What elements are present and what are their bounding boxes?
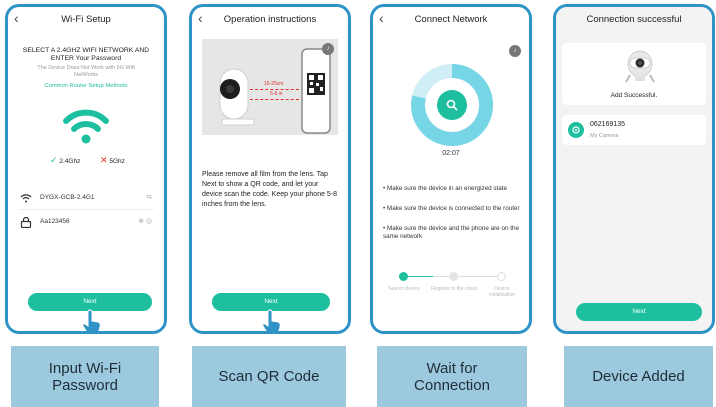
ssid-value: DYGX-GCB-2.4G1 xyxy=(40,194,95,201)
header: ‹ Connect Network xyxy=(373,7,529,33)
device-card[interactable]: 062169135 My Camera xyxy=(562,115,706,145)
lock-icon xyxy=(20,217,32,228)
band-ok-label: 2.4Ghz xyxy=(59,158,81,165)
clear-and-eye-icon[interactable]: ⊗ ◎ xyxy=(138,217,152,225)
step-label: Search device xyxy=(388,286,420,292)
search-icon xyxy=(446,99,458,111)
next-button[interactable]: Next xyxy=(576,303,702,321)
step-label: Register to the cloud xyxy=(431,286,477,292)
countdown-timer: 02:07 xyxy=(442,150,460,157)
pointer-hand-icon xyxy=(262,309,281,331)
page-title: Wi-Fi Setup xyxy=(61,14,111,25)
password-row[interactable]: Aa123456 ⊗ ◎ xyxy=(18,215,154,231)
password-field[interactable]: Aa123456 xyxy=(40,218,70,225)
device-id: 062169135 xyxy=(590,121,626,128)
page-title: Connection successful xyxy=(586,14,682,25)
sound-icon[interactable]: ♪ xyxy=(322,43,334,55)
robot-camera-icon xyxy=(625,50,655,83)
router-setup-link[interactable]: Common Router Setup Methods xyxy=(14,83,158,89)
sound-icon[interactable]: ♪ xyxy=(509,45,521,57)
camera-lens-icon xyxy=(572,126,580,134)
divider xyxy=(18,209,154,210)
device-name: My Camera xyxy=(590,133,619,139)
check-icon: ✓ xyxy=(50,155,58,165)
caption-wait-for-connection: Wait for Connection xyxy=(377,346,527,407)
wifi-icon xyxy=(63,109,109,144)
success-card: Add Successful. xyxy=(562,43,706,105)
caption-text: Wait for Connection xyxy=(414,359,490,394)
hint-text: Make sure the device is connected to the… xyxy=(386,205,520,212)
wifi-5g-note: The Device Does Not Work with 5G Wifi Ne… xyxy=(37,65,135,78)
page-title: Operation instructions xyxy=(223,14,317,25)
hint-text: Make sure the device and the phone are o… xyxy=(383,225,519,240)
band-supported: ✓ 2.4Ghz xyxy=(50,155,80,166)
ssid-row[interactable]: DYGX-GCB-2.4G1 ⇆ xyxy=(18,191,154,207)
caption-text: Device Added xyxy=(592,368,685,385)
page-title: Connect Network xyxy=(414,14,488,25)
progress-stepper: Search device Register to the cloud Devi… xyxy=(373,271,529,311)
distance-guide xyxy=(250,89,304,90)
step-dot-active xyxy=(399,272,408,281)
camera-icon xyxy=(219,68,255,126)
caption-text: Input Wi-Fi Password xyxy=(48,359,122,394)
step-dot xyxy=(449,272,458,281)
step-connector-active xyxy=(405,276,433,277)
wifi-instruction: SELECT A 2.4GHZ WIFI NETWORK AND ENTER Y… xyxy=(22,47,150,62)
header: ‹ Operation instructions xyxy=(192,7,348,33)
phone-wifi-setup: ‹ Wi-Fi Setup SELECT A 2.4GHZ WIFI NETWO… xyxy=(5,4,167,334)
added-message: Add Successful. xyxy=(610,92,658,99)
cross-icon: ✕ xyxy=(100,155,108,165)
instruction-text: Please remove all film from the lens. Ta… xyxy=(202,171,338,208)
band-unsupported: ✕ 5Ghz xyxy=(100,155,125,166)
band-bad-label: 5Ghz xyxy=(109,158,125,165)
step-dot xyxy=(497,272,506,281)
phone-connect-network: ‹ Connect Network ♪ 02:07 • Make sure th… xyxy=(370,4,532,334)
qr-scan-illustration: 15-25cm 5-8 in ♪ xyxy=(202,39,338,135)
distance-in-label: 5-8 in xyxy=(270,91,283,97)
switch-network-icon[interactable]: ⇆ xyxy=(146,193,152,201)
hint-item: • Make sure the device is connected to t… xyxy=(383,205,520,212)
caption-device-added: Device Added xyxy=(564,346,713,407)
caption-text: Scan QR Code xyxy=(218,368,320,385)
header: Connection successful xyxy=(556,7,712,33)
header: ‹ Wi-Fi Setup xyxy=(8,7,164,33)
distance-guide xyxy=(250,99,304,100)
phone-operation-instructions: ‹ Operation instructions 15-25cm 5-8 in … xyxy=(189,4,351,334)
phone-qr-icon xyxy=(301,48,331,134)
wifi-small-icon xyxy=(20,194,32,203)
distance-cm-label: 15-25cm xyxy=(264,81,284,87)
caption-scan-qr-code: Scan QR Code xyxy=(192,346,346,407)
hint-text: Make sure the device in an energized sta… xyxy=(386,185,508,192)
pointer-hand-icon xyxy=(82,309,101,331)
caption-input-wifi-password: Input Wi-Fi Password xyxy=(11,346,159,407)
step-label: Device initialization xyxy=(489,286,515,298)
hint-item: • Make sure the device in an energized s… xyxy=(383,185,508,192)
hint-item: • Make sure the device and the phone are… xyxy=(383,225,519,240)
phone-connection-successful: Connection successful Add Successful. 06… xyxy=(553,4,715,334)
